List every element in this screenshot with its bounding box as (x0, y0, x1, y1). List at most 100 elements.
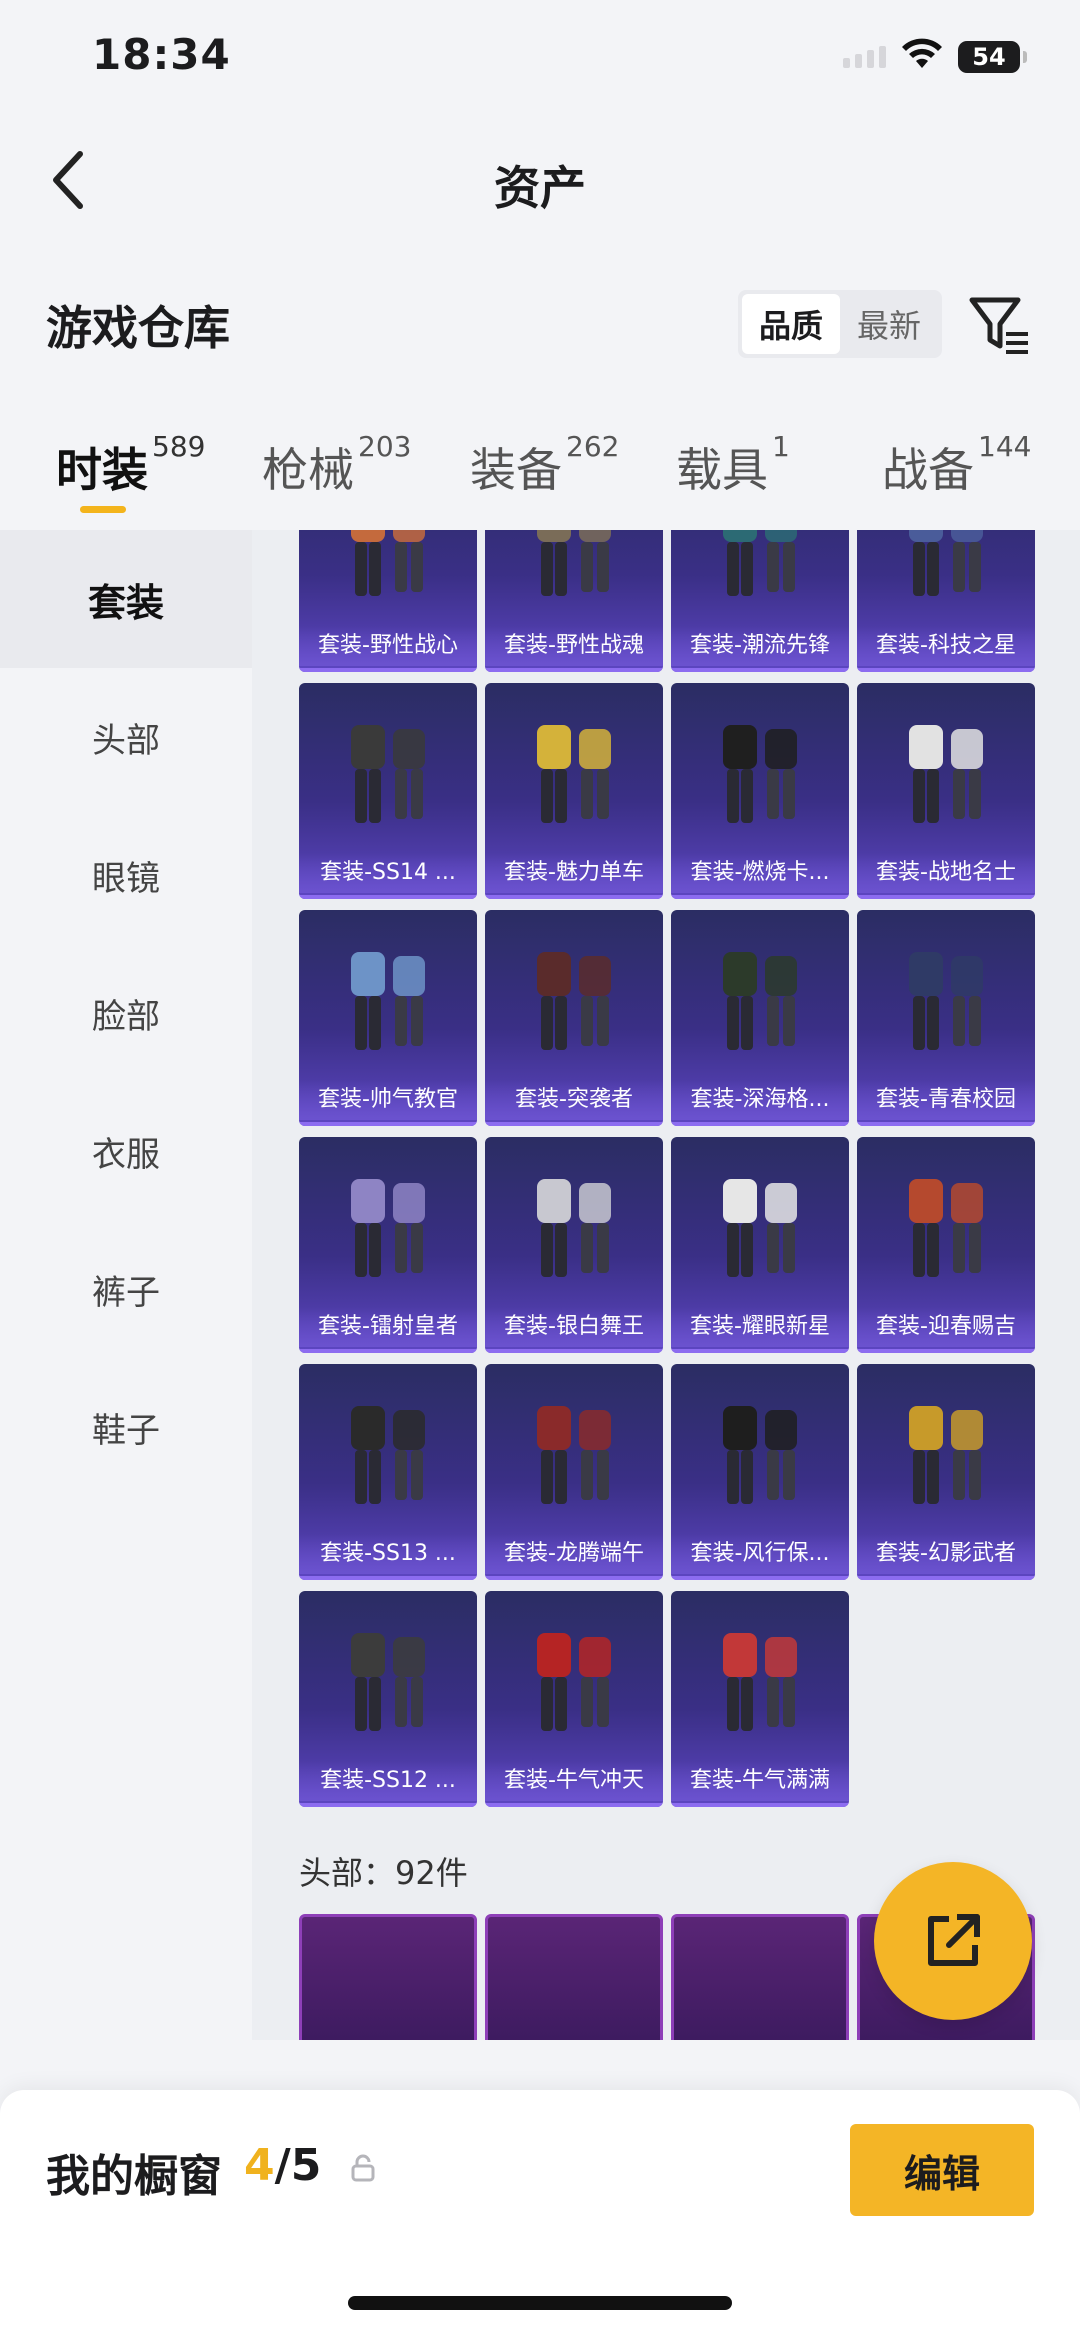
outfit-card[interactable]: 套装-科技之星 (857, 530, 1035, 672)
sidebar-item-glasses[interactable]: 眼镜 (0, 806, 252, 944)
battery-icon: 54 (958, 41, 1027, 73)
card-rarity-stripe (671, 668, 849, 672)
sidebar-item-head[interactable]: 头部 (0, 668, 252, 806)
category-sidebar: 套装 头部 眼镜 脸部 衣服 裤子 鞋子 (0, 530, 252, 2040)
outfit-card[interactable]: 套装-迎春赐吉 (857, 1137, 1035, 1353)
status-time: 18:34 (92, 30, 231, 79)
outfit-thumbnail (351, 1179, 425, 1277)
card-rarity-stripe (671, 895, 849, 899)
outfit-thumbnail (909, 530, 983, 596)
head-item-card[interactable] (299, 1914, 477, 2040)
outfit-thumbnail (537, 952, 611, 1050)
outfit-thumbnail (723, 725, 797, 823)
outfit-card[interactable]: 套装-帅气教官 (299, 910, 477, 1126)
tab-fashion[interactable]: 时装 589 (56, 430, 205, 500)
card-rarity-stripe (485, 668, 663, 672)
outfit-card[interactable]: 套装-龙腾端午 (485, 1364, 663, 1580)
sidebar-item-outfit[interactable]: 套装 (0, 530, 252, 668)
edit-button[interactable]: 编辑 (850, 2124, 1034, 2216)
outfit-card[interactable]: 套装-牛气满满 (671, 1591, 849, 1807)
sidebar-item-shoes[interactable]: 鞋子 (0, 1358, 252, 1496)
outfit-card[interactable]: 套装-风行保... (671, 1364, 849, 1580)
card-rarity-stripe (485, 1803, 663, 1807)
filter-icon (969, 297, 1028, 354)
outfit-thumbnail (351, 1633, 425, 1731)
outfit-thumbnail (723, 1633, 797, 1731)
outfit-thumbnail (909, 952, 983, 1050)
outfit-thumbnail (351, 1406, 425, 1504)
outfit-card[interactable]: 套装-SS14 ... (299, 683, 477, 899)
card-rarity-stripe (299, 895, 477, 899)
outfit-thumbnail (909, 1179, 983, 1277)
warehouse-header: 游戏仓库 品质 最新 (0, 270, 1080, 370)
outfit-card[interactable]: 套装-突袭者 (485, 910, 663, 1126)
card-rarity-stripe (299, 1122, 477, 1126)
sidebar-item-face[interactable]: 脸部 (0, 944, 252, 1082)
head-item-card[interactable] (485, 1914, 663, 2040)
showcase-count: 4/5 (244, 2140, 322, 2191)
card-rarity-stripe (299, 668, 477, 672)
status-bar: 18:34 54 (0, 0, 1080, 120)
tab-vehicles[interactable]: 载具 1 (676, 430, 790, 500)
head-section-label: 头部：92件 (299, 1854, 468, 1892)
outfit-name: 套装-迎春赐吉 (857, 1307, 1035, 1347)
category-tabs: 时装 589 枪械 203 装备 262 载具 1 战备 144 (0, 420, 1080, 530)
outfit-thumbnail (537, 1179, 611, 1277)
card-rarity-stripe (671, 1122, 849, 1126)
outfit-name: 套装-镭射皇者 (299, 1307, 477, 1347)
outfit-name: 套装-耀眼新星 (671, 1307, 849, 1347)
filter-button[interactable] (966, 292, 1032, 358)
outfit-name: 套装-风行保... (671, 1534, 849, 1574)
sort-latest-button[interactable]: 最新 (840, 294, 938, 354)
outfit-card[interactable]: 套装-燃烧卡... (671, 683, 849, 899)
card-rarity-stripe (857, 1349, 1035, 1353)
nav-header: 资产 (0, 120, 1080, 240)
outfit-thumbnail (537, 530, 611, 596)
outfit-thumbnail (537, 725, 611, 823)
card-rarity-stripe (485, 895, 663, 899)
sidebar-item-clothes[interactable]: 衣服 (0, 1082, 252, 1220)
outfit-thumbnail (723, 952, 797, 1050)
outfit-name: 套装-野性战心 (299, 626, 477, 666)
outfit-card[interactable]: 套装-深海格... (671, 910, 849, 1126)
outfit-card[interactable]: 套装-野性战魂 (485, 530, 663, 672)
outfit-card[interactable]: 套装-幻影武者 (857, 1364, 1035, 1580)
outfit-card[interactable]: 套装-野性战心 (299, 530, 477, 672)
outfit-card[interactable]: 套装-SS13 ... (299, 1364, 477, 1580)
outfit-name: 套装-战地名士 (857, 853, 1035, 893)
share-button[interactable] (874, 1862, 1032, 2020)
outfit-name: 套装-科技之星 (857, 626, 1035, 666)
active-tab-indicator (80, 506, 126, 513)
outfit-card[interactable]: 套装-镭射皇者 (299, 1137, 477, 1353)
outfit-card[interactable]: 套装-青春校园 (857, 910, 1035, 1126)
outfit-card[interactable]: 套装-魅力单车 (485, 683, 663, 899)
outfit-card[interactable]: 套装-SS12 ... (299, 1591, 477, 1807)
outfit-name: 套装-SS13 ... (299, 1534, 477, 1574)
page-title: 资产 (494, 161, 586, 215)
card-rarity-stripe (857, 668, 1035, 672)
outfit-name: 套装-深海格... (671, 1080, 849, 1120)
card-rarity-stripe (857, 895, 1035, 899)
outfit-card[interactable]: 套装-耀眼新星 (671, 1137, 849, 1353)
tab-supplies[interactable]: 战备 144 (882, 430, 1031, 500)
tab-equipment[interactable]: 装备 262 (470, 430, 619, 500)
sidebar-item-pants[interactable]: 裤子 (0, 1220, 252, 1358)
card-rarity-stripe (299, 1803, 477, 1807)
outfit-name: 套装-野性战魂 (485, 626, 663, 666)
home-indicator (348, 2296, 732, 2310)
outfit-thumbnail (351, 952, 425, 1050)
outfit-card[interactable]: 套装-潮流先锋 (671, 530, 849, 672)
outfit-card[interactable]: 套装-战地名士 (857, 683, 1035, 899)
sort-quality-button[interactable]: 品质 (742, 294, 840, 354)
card-rarity-stripe (857, 1122, 1035, 1126)
outfit-name: 套装-魅力单车 (485, 853, 663, 893)
card-rarity-stripe (485, 1122, 663, 1126)
outfit-card[interactable]: 套装-牛气冲天 (485, 1591, 663, 1807)
tab-guns[interactable]: 枪械 203 (262, 430, 411, 500)
card-rarity-stripe (485, 1576, 663, 1580)
head-item-card[interactable] (671, 1914, 849, 2040)
outfit-name: 套装-银白舞王 (485, 1307, 663, 1347)
outfit-card[interactable]: 套装-银白舞王 (485, 1137, 663, 1353)
outfit-name: 套装-牛气冲天 (485, 1761, 663, 1801)
warehouse-title: 游戏仓库 (46, 301, 230, 355)
